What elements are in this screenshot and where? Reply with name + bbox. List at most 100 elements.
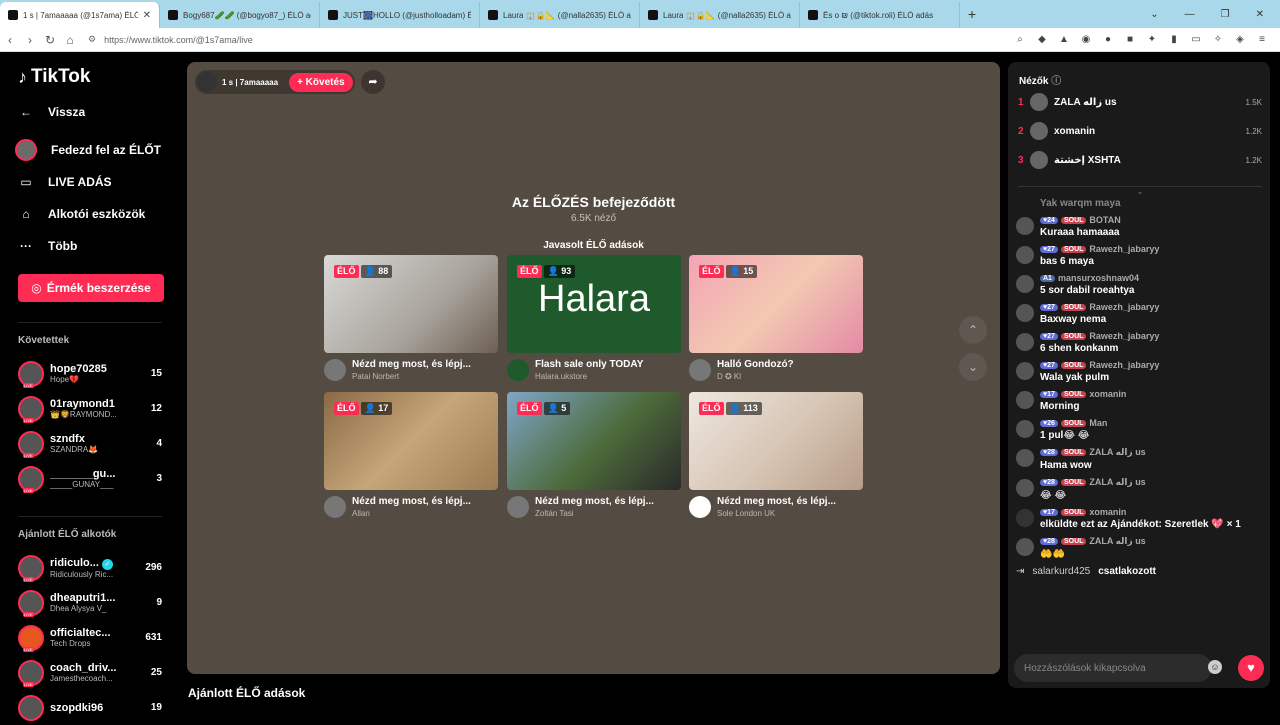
live-thumbnail[interactable]: ÉLŐ 👤 93 Halara <box>507 255 681 353</box>
verified-icon: ✓ <box>101 558 113 570</box>
more-dots-icon: ··· <box>20 239 32 253</box>
browser-tab[interactable]: Laura 🏢🔒📐 (@nalla2635) ÉLŐ adás <box>480 2 640 28</box>
live-thumbnail[interactable]: ÉLŐ 👤 88 <box>324 255 498 353</box>
top-viewer[interactable]: 2 xomanin 1.2K <box>1018 120 1262 142</box>
chat-message: ♥28 SOUL ZALA زاله us Hama wow <box>1016 447 1266 471</box>
live-badge: ÉLŐ <box>699 402 724 415</box>
viewers-title: Nézők ⓘ <box>1019 76 1062 87</box>
live-thumbnail[interactable]: ÉLŐ 👤 5 <box>507 392 681 490</box>
live-card[interactable]: ÉLŐ 👤 15 Halló Gondozó? D ✪ Kl <box>689 255 863 381</box>
chat-feed: Yak warqm maya ♥24 SOUL BOTAN Kuraaa hamaaa… <box>1016 195 1266 649</box>
restore-icon[interactable]: ❐ <box>1221 9 1230 20</box>
browser-tab[interactable]: 1 s | 7amaaaaa (@1s7ama) ÉLŐ a ✕ <box>0 2 160 28</box>
viewer-count: 6.5K néző <box>570 213 617 224</box>
browser-tab[interactable]: Laura 🏢🔒📐 (@nalla2635) ÉLŐ adás <box>640 2 800 28</box>
url-field[interactable]: ⚙ https://www.tiktok.com/@1s7ama/live <box>88 34 1014 45</box>
minimize-icon[interactable]: — <box>1185 9 1195 20</box>
sidebar-item-creator-tools[interactable]: ⌂ Alkotói eszközök <box>18 198 162 230</box>
avatar: LIVE <box>18 624 44 652</box>
vpn-icon[interactable]: ◈ <box>1234 34 1246 46</box>
level-badge: ♥28 <box>1040 479 1058 486</box>
sidebar-item-explore-live[interactable]: Fedezd fel az ÉLŐT <box>15 134 162 166</box>
recommended-account[interactable]: LIVE dheaputri1... Dhea Alysya V_ 9 <box>18 585 162 620</box>
recommended-lives-title: Ajánlott ÉLŐ adások <box>188 686 306 700</box>
forward-arrow-icon[interactable]: › <box>20 33 40 47</box>
tab-list-icon[interactable]: ⌄ <box>1150 9 1158 20</box>
level-badge: ♥17 <box>1040 390 1058 398</box>
recommended-account[interactable]: LIVE coach_driv... Jamesthecoach... 25 <box>18 655 162 690</box>
live-card[interactable]: ÉLŐ 👤 113 Nézd meg most, és lépj... Sole L… <box>689 392 863 518</box>
level-badge: ♥24 <box>1040 216 1058 224</box>
live-card[interactable]: ÉLŐ 👤 93 Halara Flash sale only TODAY Hala… <box>507 255 681 381</box>
host-info[interactable]: 1 s | 7amaaaaa + Követés <box>195 70 355 94</box>
extension-icon[interactable]: ◉ <box>1080 34 1092 46</box>
puzzle-icon[interactable]: ✦ <box>1146 34 1158 46</box>
browser-tab[interactable]: JUST🎆HOLLO (@justholloadam) ÉL <box>320 2 480 28</box>
live-badge: ÉLŐ <box>517 402 542 415</box>
live-badge: ÉLŐ <box>699 265 724 278</box>
chevron-up-icon[interactable]: ⌃ <box>959 316 987 344</box>
avatar: LIVE <box>18 659 44 687</box>
avatar: LIVE <box>18 360 44 388</box>
close-icon[interactable]: ✕ <box>143 10 151 21</box>
live-card[interactable]: ÉLŐ 👤 17 Nézd meg most, és lépj... Allan <box>324 392 498 518</box>
following-account[interactable]: LIVE szndfx SZANDRA🦊 4 <box>18 426 162 461</box>
avatar <box>1016 479 1034 497</box>
avatar: LIVE <box>18 554 44 582</box>
following-account[interactable]: LIVE _______gu... _____GUNAY___ 3 <box>18 461 162 496</box>
close-window-icon[interactable]: ✕ <box>1256 9 1264 20</box>
emoji-icon[interactable]: ☺ <box>1208 660 1222 674</box>
level-badge: ♥27 <box>1040 245 1058 253</box>
top-viewer[interactable]: 1 ZALA زاله us 1.5K <box>1018 91 1262 113</box>
level-badge: ♥26 <box>1040 419 1058 427</box>
soul-badge: SOUL <box>1060 303 1087 311</box>
zoom-icon[interactable]: ⌕ <box>1014 34 1026 46</box>
top-viewer[interactable]: 3 إخشتة XSHTA 1.2K <box>1018 149 1262 171</box>
recommended-account[interactable]: LIVE ridiculo... ✓ Ridiculously Ric... 296 <box>18 550 162 585</box>
extension-icon[interactable]: ● <box>1102 34 1114 46</box>
live-thumbnail[interactable]: ÉLŐ 👤 15 <box>689 255 863 353</box>
sidebar-item-live-studio[interactable]: ▭ LIVE ADÁS <box>18 166 162 198</box>
rewards-icon[interactable]: ▲ <box>1058 34 1070 46</box>
live-thumbnail[interactable]: ÉLŐ 👤 17 <box>324 392 498 490</box>
comment-input[interactable]: Hozzászólások kikapcsolva <box>1014 654 1212 682</box>
recommended-account[interactable]: LIVE officialtec... Tech Drops 631 <box>18 620 162 655</box>
sidebar-item-more[interactable]: ··· Több <box>18 230 162 262</box>
new-tab-button[interactable]: + <box>960 6 984 22</box>
chevron-down-icon[interactable]: ⌄ <box>959 353 987 381</box>
wallet-icon[interactable]: ▭ <box>1190 34 1202 46</box>
back-link[interactable]: ← Vissza <box>18 96 162 128</box>
menu-icon[interactable]: ≡ <box>1256 34 1268 46</box>
reload-icon[interactable]: ↻ <box>40 33 60 47</box>
back-arrow-icon[interactable]: ‹ <box>0 33 20 47</box>
avatar <box>1016 217 1034 235</box>
soul-badge: SOUL <box>1060 390 1087 398</box>
avatar <box>1016 362 1034 380</box>
site-info-icon[interactable]: ⚙ <box>88 34 96 45</box>
share-icon[interactable]: ➦ <box>361 70 385 94</box>
extension-icon[interactable]: ■ <box>1124 34 1136 46</box>
following-account[interactable]: LIVE hope70285 Hope💔 15 <box>18 356 162 391</box>
live-thumbnail[interactable]: ÉLŐ 👤 113 <box>689 392 863 490</box>
tiktok-favicon-icon <box>808 10 818 20</box>
avatar <box>1030 93 1048 111</box>
sidebar-icon[interactable]: ▮ <box>1168 34 1180 46</box>
brave-shield-icon[interactable]: ◆ <box>1036 34 1048 46</box>
ai-icon[interactable]: ✧ <box>1212 34 1224 46</box>
live-card[interactable]: ÉLŐ 👤 88 Nézd meg most, és lépj... Patai N… <box>324 255 498 381</box>
avatar: LIVE <box>18 589 44 617</box>
avatar <box>1030 122 1048 140</box>
info-icon[interactable]: ⓘ <box>1051 76 1061 87</box>
following-account[interactable]: LIVE 01raymond1 👑🦁RAYMOND... 12 <box>18 391 162 426</box>
live-badge: LIVE <box>23 576 34 582</box>
get-coins-button[interactable]: ◎ Érmék beszerzése <box>18 274 164 302</box>
follow-button[interactable]: + Követés <box>289 72 353 92</box>
home-icon[interactable]: ⌂ <box>60 33 80 47</box>
tiktok-logo[interactable]: ♪ TikTok <box>18 66 162 88</box>
browser-tab[interactable]: Bogy687🥒🥒 (@bogyo87_) ÉLŐ ad <box>160 2 320 28</box>
live-card[interactable]: ÉLŐ 👤 5 Nézd meg most, és lépj... Zoltán T… <box>507 392 681 518</box>
avatar <box>197 72 217 92</box>
browser-tab[interactable]: Ёѕ о ₪ (@tiktok.roli) ÉLŐ adás <box>800 2 960 28</box>
like-heart-icon[interactable]: ♥ <box>1238 655 1264 681</box>
avatar <box>1016 304 1034 322</box>
